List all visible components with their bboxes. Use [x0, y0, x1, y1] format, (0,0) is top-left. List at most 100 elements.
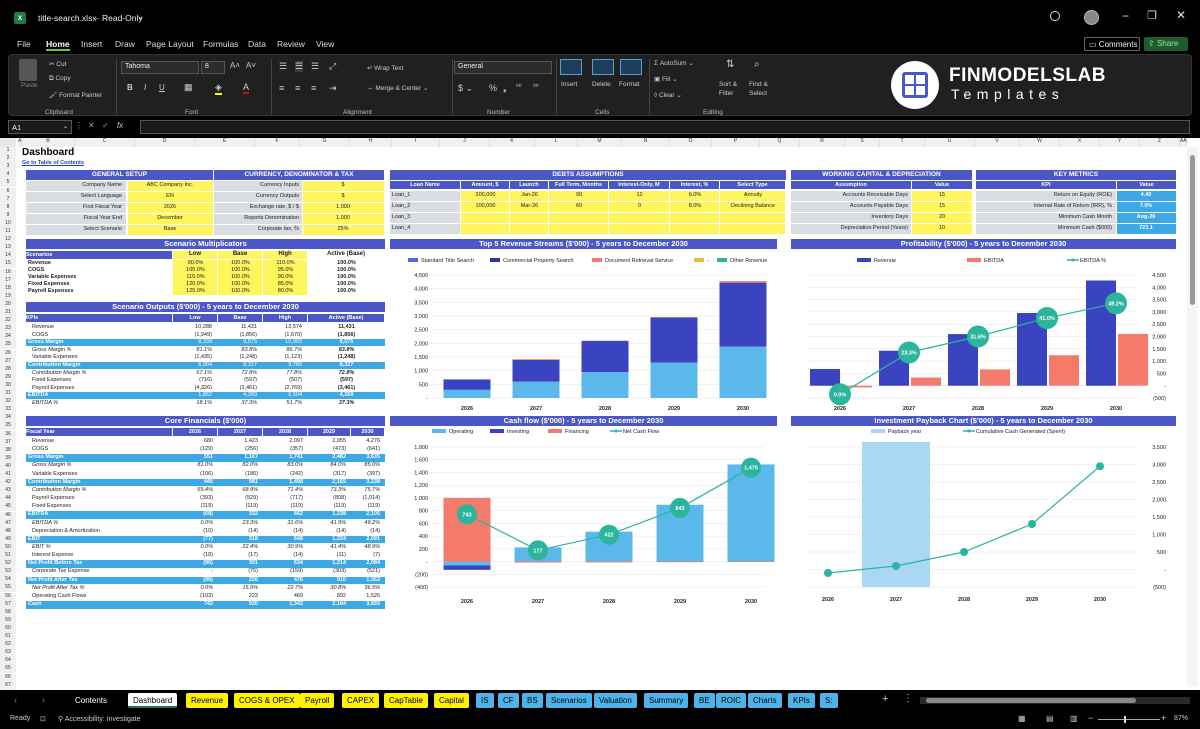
search-icon[interactable]	[1050, 11, 1060, 21]
close-icon[interactable]: ✕	[1176, 8, 1186, 22]
row-header[interactable]: 10	[0, 219, 16, 228]
orientation-icon[interactable]: ⤢	[329, 61, 336, 72]
normal-view-icon[interactable]: ▦	[1018, 714, 1026, 723]
row-header[interactable]: 48	[0, 527, 16, 536]
increase-decimal-icon[interactable]: ⁰⁰	[516, 83, 522, 91]
row-header[interactable]: 12	[0, 236, 16, 245]
minimize-icon[interactable]: −	[1122, 9, 1129, 23]
bold-icon[interactable]: B	[127, 83, 133, 92]
row-header[interactable]: 41	[0, 471, 16, 479]
row-header[interactable]: 57	[0, 600, 16, 609]
sheet-tab-dashboard[interactable]: Dashboard	[128, 693, 178, 708]
paste-icon[interactable]	[19, 59, 37, 81]
menu-view[interactable]: View	[316, 39, 334, 49]
currency-icon[interactable]: $ ⌄	[458, 83, 473, 94]
column-header[interactable]: T	[880, 138, 925, 147]
page-layout-view-icon[interactable]: ▤	[1046, 714, 1054, 723]
align-middle-icon[interactable]: ☰	[295, 61, 304, 72]
insert-cells-button[interactable]: Insert	[561, 81, 577, 88]
sheet-tab-cf[interactable]: CF	[498, 693, 519, 708]
row-header[interactable]: 27	[0, 357, 16, 366]
row-header[interactable]: 19	[0, 292, 16, 301]
insert-cells-icon[interactable]	[560, 59, 582, 75]
column-header[interactable]: Z	[1140, 138, 1180, 147]
font-size-select[interactable]: 8	[201, 61, 225, 74]
row-header[interactable]: 40	[0, 462, 16, 471]
comments-button[interactable]: ▭ Comments	[1084, 37, 1140, 51]
more-sheets-icon[interactable]: ⋮	[903, 693, 913, 704]
percent-icon[interactable]: %	[489, 83, 497, 93]
row-header[interactable]: 67	[0, 681, 16, 690]
decrease-decimal-icon[interactable]: ⁰⁰	[533, 83, 539, 91]
select-all-corner[interactable]	[0, 138, 16, 147]
row-header[interactable]: 24	[0, 333, 16, 342]
column-header[interactable]: N	[622, 138, 670, 147]
align-bottom-icon[interactable]: ☰	[311, 61, 319, 72]
enter-icon[interactable]: ✓	[102, 121, 109, 130]
insert-function-icon[interactable]: fx	[117, 121, 123, 130]
column-header[interactable]: L	[535, 138, 578, 147]
row-header[interactable]: 21	[0, 309, 16, 317]
format-painter-button[interactable]: 🖌 Format Painter	[49, 91, 102, 99]
sort-filter-icon[interactable]: ⇅	[726, 59, 734, 70]
clear-button[interactable]: ◊ Clear ⌄	[654, 91, 682, 99]
column-header[interactable]: J	[440, 138, 490, 147]
sheet-tab-s-[interactable]: S:	[820, 693, 838, 708]
row-header[interactable]: 15	[0, 260, 16, 269]
column-header[interactable]: D	[135, 138, 195, 147]
row-header[interactable]: 30	[0, 381, 16, 390]
row-header[interactable]: 3	[0, 163, 16, 172]
row-header[interactable]: 56	[0, 592, 16, 601]
next-sheet-icon[interactable]: ›	[42, 695, 45, 705]
borders-icon[interactable]: ▦	[184, 82, 193, 93]
column-header[interactable]: S	[845, 138, 880, 147]
align-top-icon[interactable]: ☰	[279, 61, 287, 72]
menu-page-layout[interactable]: Page Layout	[146, 39, 194, 49]
column-header[interactable]: W	[1020, 138, 1060, 147]
delete-cells-button[interactable]: Delete	[592, 81, 611, 88]
add-sheet-icon[interactable]: +	[882, 693, 888, 705]
autosum-button[interactable]: Σ AutoSum ⌄	[654, 59, 694, 67]
row-header[interactable]: 66	[0, 673, 16, 682]
prev-sheet-icon[interactable]: ‹	[14, 695, 17, 705]
merge-center-button[interactable]: ⇔ Merge & Center ⌄	[367, 84, 428, 92]
column-header[interactable]: C	[75, 138, 135, 147]
sheet-tab-captable[interactable]: CapTable	[384, 693, 428, 708]
row-header[interactable]: 45	[0, 503, 16, 512]
row-header[interactable]: 64	[0, 657, 16, 666]
row-header[interactable]: 23	[0, 325, 16, 334]
formula-input[interactable]	[140, 120, 1190, 134]
menu-file[interactable]: File	[17, 39, 31, 49]
sheet-tab-valuation[interactable]: Valuation	[594, 693, 637, 708]
row-header[interactable]: 2	[0, 155, 16, 164]
row-header[interactable]: 9	[0, 211, 16, 220]
find-select-icon[interactable]: ⌕	[754, 59, 760, 70]
row-header[interactable]: 6	[0, 187, 16, 196]
row-header[interactable]: 55	[0, 584, 16, 593]
column-header[interactable]: X	[1060, 138, 1100, 147]
menu-review[interactable]: Review	[277, 39, 305, 49]
column-header[interactable]: I	[392, 138, 440, 147]
row-header[interactable]: 52	[0, 560, 16, 569]
share-button[interactable]: ⇪ Share	[1144, 37, 1188, 51]
font-name-select[interactable]: Tahoma	[121, 61, 199, 74]
zoom-out-icon[interactable]: −	[1088, 713, 1093, 723]
italic-icon[interactable]: I	[144, 83, 146, 92]
row-header[interactable]: 8	[0, 203, 16, 212]
row-header[interactable]: 58	[0, 608, 16, 617]
row-header[interactable]: 35	[0, 422, 16, 431]
accessibility-status[interactable]: ⚲ Accessibility: Investigate	[58, 715, 141, 723]
underline-icon[interactable]: U	[159, 83, 165, 92]
column-header[interactable]: E	[195, 138, 255, 147]
sheet-tab-scenarios[interactable]: Scenarios	[546, 693, 592, 708]
sheet-tab-kpis[interactable]: KPIs	[788, 693, 815, 708]
align-left-icon[interactable]: ≡	[279, 83, 284, 93]
row-header[interactable]: 47	[0, 519, 16, 528]
row-header[interactable]: 5	[0, 179, 16, 188]
column-header[interactable]: O	[670, 138, 712, 147]
row-header[interactable]: 22	[0, 317, 16, 326]
column-header[interactable]: H	[350, 138, 392, 147]
column-header[interactable]: R	[800, 138, 845, 147]
sheet-tab-be[interactable]: BE	[694, 693, 715, 708]
row-header[interactable]: 34	[0, 414, 16, 423]
